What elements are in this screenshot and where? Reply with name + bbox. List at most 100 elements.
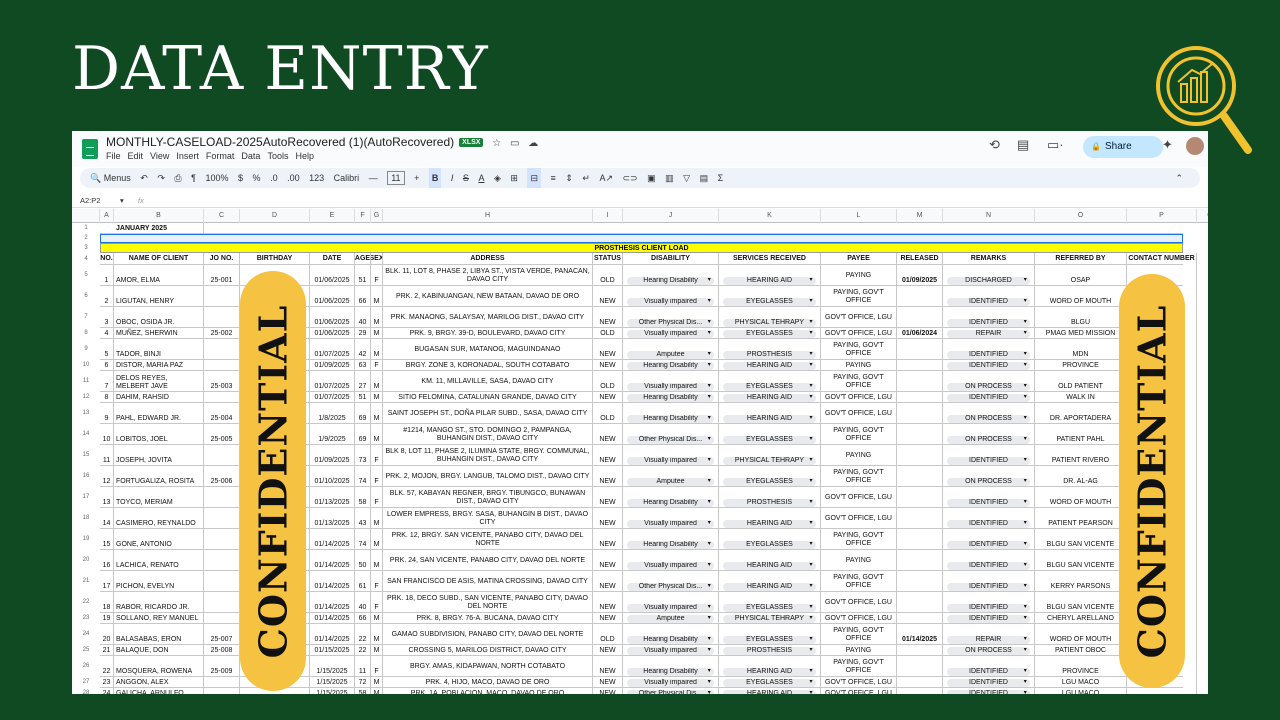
star-icon[interactable]: ☆ <box>489 138 504 149</box>
dropdown-cell[interactable]: EYEGLASSES <box>719 371 821 392</box>
dropdown-cell[interactable]: Other Physical Dis... <box>623 688 719 694</box>
table-cell[interactable]: JOSEPH, JOVITA <box>114 445 204 466</box>
column-header[interactable]: M <box>897 209 943 223</box>
dropdown-chip[interactable]: Other Physical Dis... <box>627 319 714 327</box>
column-header[interactable]: L <box>821 209 897 223</box>
dropdown-chip[interactable]: Hearing Disability <box>627 499 714 507</box>
table-cell[interactable]: NEW <box>593 645 623 656</box>
table-banner[interactable]: PROSTHESIS CLIENT LOAD <box>100 243 1183 253</box>
table-cell[interactable]: 58 <box>355 487 371 508</box>
row-number[interactable]: 21 <box>72 571 100 592</box>
table-cell[interactable]: 01/15/2025 <box>310 645 355 656</box>
table-cell[interactable] <box>204 688 240 694</box>
row-number[interactable]: 22 <box>72 592 100 613</box>
share-button[interactable]: Share <box>1083 136 1163 158</box>
dropdown-cell[interactable]: IDENTIFIED <box>943 360 1035 371</box>
table-cell[interactable]: BALAQUE, DON <box>114 645 204 656</box>
dropdown-cell[interactable]: Hearing Disability <box>623 656 719 677</box>
sheets-logo-icon[interactable] <box>82 139 98 159</box>
dropdown-chip[interactable]: ON PROCESS <box>947 383 1030 391</box>
dropdown-chip[interactable]: EYEGLASSES <box>723 636 816 644</box>
table-cell[interactable]: PRK. 1A, POBLACION, MACO, DAVAO DE ORO <box>383 688 593 694</box>
menu-insert[interactable]: Insert <box>176 151 199 161</box>
table-cell[interactable]: M <box>371 371 383 392</box>
table-cell[interactable]: F <box>371 265 383 286</box>
table-cell[interactable] <box>897 645 943 656</box>
dropdown-chip[interactable]: IDENTIFIED <box>947 394 1030 402</box>
dropdown-chip[interactable]: Visually impaired <box>627 647 714 655</box>
table-cell[interactable]: 25-003 <box>204 371 240 392</box>
menu-help[interactable]: Help <box>295 151 314 161</box>
table-cell[interactable]: PAYING, GOV'T OFFICE <box>821 339 897 360</box>
table-cell[interactable]: 18 <box>100 592 114 613</box>
table-cell[interactable]: BLGU SAN VICENTE <box>1035 529 1127 550</box>
table-cell[interactable]: GOV'T OFFICE, LGU <box>821 592 897 613</box>
dropdown-chip[interactable]: IDENTIFIED <box>947 541 1030 549</box>
dropdown-cell[interactable]: Hearing Disability <box>623 529 719 550</box>
table-cell[interactable]: NEW <box>593 529 623 550</box>
row-number[interactable]: 18 <box>72 508 100 529</box>
table-cell[interactable] <box>897 656 943 677</box>
dropdown-cell[interactable]: ON PROCESS <box>943 466 1035 487</box>
dropdown-cell[interactable]: Other Physical Dis... <box>623 571 719 592</box>
row-number[interactable]: 4 <box>72 253 100 265</box>
dropdown-cell[interactable]: EYEGLASSES <box>719 529 821 550</box>
dropdown-cell[interactable]: IDENTIFIED <box>943 613 1035 624</box>
dropdown-cell[interactable]: PHYSICAL TEHRAPY <box>719 613 821 624</box>
column-header[interactable]: B <box>114 209 204 223</box>
table-cell[interactable] <box>897 360 943 371</box>
table-cell[interactable]: OLD <box>593 403 623 424</box>
table-cell[interactable]: F <box>371 592 383 613</box>
table-cell[interactable]: PAYING, GOV'T OFFICE <box>821 286 897 307</box>
table-cell[interactable] <box>204 360 240 371</box>
table-cell[interactable]: LACHICA, RENATO <box>114 550 204 571</box>
dropdown-chip[interactable]: IDENTIFIED <box>947 668 1030 676</box>
dropdown-chip[interactable]: ON PROCESS <box>947 478 1030 486</box>
table-cell[interactable]: M <box>371 307 383 328</box>
dropdown-cell[interactable]: Hearing Disability <box>623 265 719 286</box>
row-number[interactable]: 17 <box>72 487 100 508</box>
table-cell[interactable] <box>897 371 943 392</box>
dropdown-cell[interactable]: Hearing Disability <box>623 403 719 424</box>
dropdown-cell[interactable]: PHYSICAL TEHRAPY <box>719 307 821 328</box>
table-cell[interactable]: PATIENT PEARSON <box>1035 508 1127 529</box>
table-cell[interactable]: 01/14/2025 <box>310 550 355 571</box>
table-cell[interactable]: 25-005 <box>204 424 240 445</box>
dropdown-chip[interactable]: ON PROCESS <box>947 415 1030 423</box>
number-format-button[interactable]: 123 <box>309 168 324 188</box>
dropdown-cell[interactable]: IDENTIFIED <box>943 677 1035 688</box>
row-number[interactable]: 1 <box>72 223 100 234</box>
table-cell[interactable]: 01/13/2025 <box>310 487 355 508</box>
table-cell[interactable]: 69 <box>355 403 371 424</box>
table-cell[interactable]: 7 <box>100 371 114 392</box>
table-cell[interactable] <box>204 286 240 307</box>
table-cell[interactable] <box>204 592 240 613</box>
table-cell[interactable]: 51 <box>355 265 371 286</box>
table-cell[interactable]: KERRY PARSONS <box>1035 571 1127 592</box>
table-cell[interactable]: NEW <box>593 307 623 328</box>
table-cell[interactable]: DR. AL-AG <box>1035 466 1127 487</box>
dropdown-chip[interactable]: Visually impaired <box>627 298 714 306</box>
table-cell[interactable]: 24 <box>100 688 114 694</box>
table-cell[interactable]: 42 <box>355 339 371 360</box>
dropdown-cell[interactable]: PROSTHESIS <box>719 645 821 656</box>
table-cell[interactable]: GOV'T OFFICE, LGU <box>821 392 897 403</box>
dropdown-cell[interactable]: Visually impaired <box>623 445 719 466</box>
table-cell[interactable]: NEW <box>593 613 623 624</box>
filter-icon[interactable]: ▽ <box>683 168 690 188</box>
dropdown-cell[interactable]: REPAIR <box>943 624 1035 645</box>
dropdown-chip[interactable]: EYEGLASSES <box>723 604 816 612</box>
decrease-decimal-button[interactable]: .0 <box>270 168 278 188</box>
table-cell[interactable]: 13 <box>100 487 114 508</box>
dropdown-chip[interactable]: PHYSICAL TEHRAPY <box>723 615 816 623</box>
dropdown-chip[interactable]: IDENTIFIED <box>947 351 1030 359</box>
table-cell[interactable] <box>204 392 240 403</box>
dropdown-cell[interactable]: IDENTIFIED <box>943 445 1035 466</box>
dropdown-cell[interactable]: Visually impaired <box>623 508 719 529</box>
dropdown-chip[interactable]: EYEGLASSES <box>723 541 816 549</box>
table-cell[interactable] <box>897 403 943 424</box>
dropdown-chip[interactable]: EYEGLASSES <box>723 298 816 306</box>
dropdown-cell[interactable]: IDENTIFIED <box>943 307 1035 328</box>
table-cell[interactable]: M <box>371 613 383 624</box>
table-cell[interactable]: BLGU <box>1035 307 1127 328</box>
